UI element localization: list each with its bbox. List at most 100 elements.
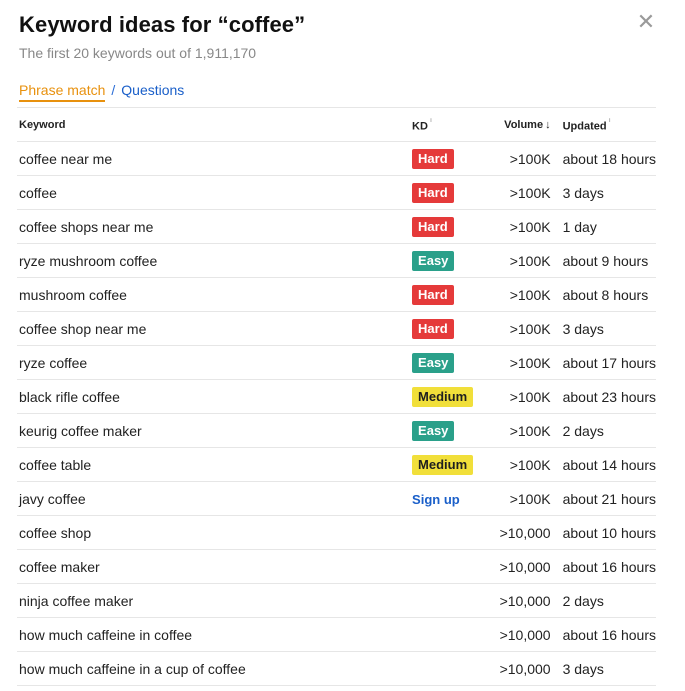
updated-cell: about 8 hours xyxy=(550,277,656,312)
keyword-cell[interactable]: ryze coffee xyxy=(17,345,413,380)
kd-cell: Sign up xyxy=(412,481,490,516)
page-subtitle: The first 20 keywords out of 1,911,170 xyxy=(19,45,257,61)
keyword-cell[interactable]: coffee shop near me xyxy=(17,311,413,346)
keyword-cell[interactable]: ninja coffee maker xyxy=(17,583,413,618)
updated-cell: about 16 hours xyxy=(550,617,656,652)
table-row[interactable]: coffee Hard >100K 3 days xyxy=(17,175,656,210)
table-row[interactable]: how much caffeine in a cup of coffee >10,… xyxy=(17,651,656,686)
keyword-cell[interactable]: coffee shops near me xyxy=(17,209,413,244)
updated-cell: 3 days xyxy=(550,311,656,346)
kd-cell xyxy=(412,651,490,686)
close-icon[interactable]: ✕ xyxy=(636,11,656,33)
keyword-ideas-panel: Keyword ideas for “coffee” ✕ The first 2… xyxy=(0,0,685,691)
volume-cell: >10,000 xyxy=(489,583,551,618)
header-updated[interactable]: Updated ⁱ xyxy=(550,107,656,142)
kd-cell: Hard xyxy=(412,141,490,176)
tab-separator: / xyxy=(111,82,116,98)
kd-cell: Easy xyxy=(412,413,490,448)
table-row[interactable]: coffee table Medium >100K about 14 hours xyxy=(17,447,656,482)
header-volume[interactable]: Volume ↓ xyxy=(489,107,551,142)
table-body: coffee near me Hard >100K about 18 hours cof… xyxy=(17,141,656,686)
updated-cell: about 18 hours xyxy=(550,141,656,176)
updated-cell: about 23 hours xyxy=(550,379,656,414)
updated-cell: about 10 hours xyxy=(550,515,656,550)
kd-cell: Easy xyxy=(412,345,490,380)
updated-cell: 3 days xyxy=(550,175,656,210)
keyword-cell[interactable]: how much caffeine in coffee xyxy=(17,617,413,652)
volume-cell: >100K xyxy=(489,209,551,244)
table-row[interactable]: mushroom coffee Hard >100K about 8 hours xyxy=(17,277,656,312)
updated-cell: about 21 hours xyxy=(550,481,656,516)
keyword-cell[interactable]: keurig coffee maker xyxy=(17,413,413,448)
kd-cell: Hard xyxy=(412,277,490,312)
sign-up-link[interactable]: Sign up xyxy=(412,492,460,507)
header-keyword[interactable]: Keyword xyxy=(17,107,413,142)
kd-cell: Hard xyxy=(412,209,490,244)
updated-cell: about 14 hours xyxy=(550,447,656,482)
updated-cell: about 16 hours xyxy=(550,549,656,584)
volume-cell: >100K xyxy=(489,243,551,278)
kd-badge: Hard xyxy=(412,148,454,169)
volume-cell: >100K xyxy=(489,481,551,516)
info-icon[interactable]: ⁱ xyxy=(430,117,432,127)
kd-cell: Medium xyxy=(412,379,490,414)
table-row[interactable]: coffee near me Hard >100K about 18 hours xyxy=(17,141,656,176)
header-volume-label: Volume xyxy=(504,118,544,131)
volume-cell: >100K xyxy=(489,345,551,380)
kd-cell xyxy=(412,515,490,550)
kd-cell: Hard xyxy=(412,175,490,210)
kd-badge: Easy xyxy=(412,420,455,441)
volume-cell: >100K xyxy=(489,379,551,414)
header-kd-label: KD xyxy=(412,120,428,133)
table-row[interactable]: ryze mushroom coffee Easy >100K about 9 hou… xyxy=(17,243,656,278)
kd-cell xyxy=(412,583,490,618)
info-icon[interactable]: ⁱ xyxy=(609,117,611,127)
table-row[interactable]: javy coffee Sign up >100K about 21 hours xyxy=(17,481,656,516)
kd-cell: Easy xyxy=(412,243,490,278)
table-row[interactable]: ryze coffee Easy >100K about 17 hours xyxy=(17,345,656,380)
tab-phrase-match[interactable]: Phrase match xyxy=(19,82,106,102)
table-row[interactable]: black rifle coffee Medium >100K about 23 ho… xyxy=(17,379,656,414)
table-row[interactable]: coffee shop near me Hard >100K 3 days xyxy=(17,311,656,346)
table-row[interactable]: coffee shop >10,000 about 10 hours xyxy=(17,515,656,550)
kd-badge: Easy xyxy=(412,250,455,271)
volume-cell: >100K xyxy=(489,447,551,482)
keyword-cell[interactable]: javy coffee xyxy=(17,481,413,516)
table-row[interactable]: how much caffeine in coffee >10,000 about … xyxy=(17,617,656,652)
table-row[interactable]: keurig coffee maker Easy >100K 2 days xyxy=(17,413,656,448)
kd-cell xyxy=(412,549,490,584)
match-tabs: Phrase match / Questions xyxy=(19,82,184,102)
keyword-cell[interactable]: coffee shop xyxy=(17,515,413,550)
table-header-row: Keyword KD ⁱ Volume ↓ Updated ⁱ xyxy=(17,107,656,142)
kd-cell: Medium xyxy=(412,447,490,482)
volume-cell: >100K xyxy=(489,277,551,312)
kd-badge: Hard xyxy=(412,318,454,339)
keyword-cell[interactable]: mushroom coffee xyxy=(17,277,413,312)
header-updated-label: Updated xyxy=(562,120,607,133)
updated-cell: about 9 hours xyxy=(550,243,656,278)
updated-cell: 2 days xyxy=(550,583,656,618)
kd-badge: Hard xyxy=(412,216,454,237)
keyword-cell[interactable]: black rifle coffee xyxy=(17,379,413,414)
table-row[interactable]: coffee maker >10,000 about 16 hours xyxy=(17,549,656,584)
kd-badge: Medium xyxy=(412,454,474,475)
volume-cell: >100K xyxy=(489,413,551,448)
volume-cell: >10,000 xyxy=(489,617,551,652)
page-title: Keyword ideas for “coffee” xyxy=(19,12,306,37)
table-row[interactable]: coffee shops near me Hard >100K 1 day xyxy=(17,209,656,244)
kd-badge: Medium xyxy=(412,386,474,407)
table-row[interactable]: ninja coffee maker >10,000 2 days xyxy=(17,583,656,618)
volume-cell: >100K xyxy=(489,141,551,176)
keyword-cell[interactable]: coffee maker xyxy=(17,549,413,584)
volume-cell: >10,000 xyxy=(489,549,551,584)
header-kd[interactable]: KD ⁱ xyxy=(412,107,490,142)
kd-cell: Hard xyxy=(412,311,490,346)
tab-questions[interactable]: Questions xyxy=(121,82,184,98)
keyword-cell[interactable]: coffee near me xyxy=(17,141,413,176)
updated-cell: 3 days xyxy=(550,651,656,686)
keyword-cell[interactable]: coffee table xyxy=(17,447,413,482)
keyword-cell[interactable]: how much caffeine in a cup of coffee xyxy=(17,651,413,686)
volume-cell: >10,000 xyxy=(489,515,551,550)
keyword-cell[interactable]: ryze mushroom coffee xyxy=(17,243,413,278)
keyword-cell[interactable]: coffee xyxy=(17,175,413,210)
